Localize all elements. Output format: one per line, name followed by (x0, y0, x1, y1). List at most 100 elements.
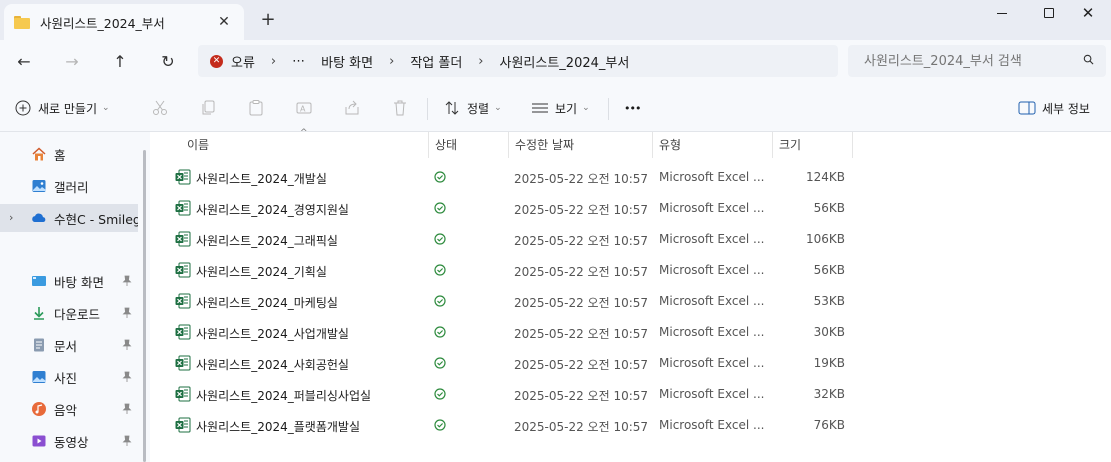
tab-close-button[interactable]: ✕ (214, 12, 234, 32)
pin-icon[interactable] (122, 371, 132, 383)
chevron-down-icon: ⌄ (494, 103, 502, 113)
pin-icon[interactable] (122, 339, 132, 351)
file-name[interactable]: 사원리스트_2024_마케팅실 (196, 294, 338, 311)
synced-check-icon (434, 233, 446, 245)
file-name[interactable]: 사원리스트_2024_퍼블리싱사업실 (196, 387, 371, 404)
column-header-status[interactable]: 상태 (428, 132, 508, 158)
file-size: 30KB (813, 325, 845, 339)
file-name[interactable]: 사원리스트_2024_경영지원실 (196, 201, 349, 218)
breadcrumb-desktop[interactable]: 바탕 화면 (321, 52, 373, 71)
back-button[interactable]: ← (10, 49, 38, 75)
details-pane-button[interactable]: 세부 정보 (1018, 96, 1090, 120)
sort-button[interactable]: 정렬 ⌄ (443, 96, 502, 120)
synced-check-icon (434, 264, 446, 276)
file-name[interactable]: 사원리스트_2024_사업개발실 (196, 325, 349, 342)
delete-icon[interactable] (391, 99, 409, 117)
column-header-date[interactable]: 수정한 날짜 (508, 132, 653, 158)
paste-icon[interactable] (247, 99, 265, 117)
copy-icon[interactable] (199, 99, 217, 117)
sidebar-item-documents[interactable]: 문서 (0, 331, 140, 359)
table-row[interactable]: 사원리스트_2024_플랫폼개발실 2025-05-22 오전 10:57 Mi… (170, 410, 850, 441)
file-type: Microsoft Excel ... (659, 201, 765, 215)
desktop-icon (31, 273, 47, 289)
cut-icon[interactable] (151, 99, 169, 117)
sidebar-scrollbar[interactable] (143, 150, 146, 462)
file-size: 124KB (805, 170, 845, 184)
table-row[interactable]: 사원리스트_2024_사업개발실 2025-05-22 오전 10:57 Mic… (170, 317, 850, 348)
file-name[interactable]: 사원리스트_2024_기획실 (196, 263, 327, 280)
pin-icon[interactable] (122, 307, 132, 319)
minimize-button[interactable] (979, 0, 1025, 26)
file-name[interactable]: 사원리스트_2024_그래픽실 (196, 232, 338, 249)
file-date: 2025-05-22 오전 10:57 (514, 296, 649, 310)
pin-icon[interactable] (122, 435, 132, 447)
sidebar-item-onedrive[interactable]: › 수현C - Smilegate (0, 204, 138, 232)
table-row[interactable]: 사원리스트_2024_경영지원실 2025-05-22 오전 10:57 Mic… (170, 193, 850, 224)
file-size: 56KB (813, 201, 845, 215)
sidebar-item-gallery[interactable]: 갤러리 (0, 172, 140, 200)
forward-button[interactable]: → (58, 49, 86, 75)
up-button[interactable]: ↑ (106, 49, 134, 75)
column-divider[interactable] (852, 132, 853, 158)
error-icon: ✕ (210, 54, 223, 68)
column-header-type[interactable]: 유형 (652, 132, 772, 158)
file-name[interactable]: 사원리스트_2024_플랫폼개발실 (196, 418, 360, 435)
sidebar-item-home[interactable]: 홈 (0, 140, 140, 168)
synced-check-icon (434, 202, 446, 214)
breadcrumb-separator[interactable]: › (478, 54, 483, 69)
home-icon (31, 146, 47, 162)
sidebar-item-music[interactable]: 음악 (0, 395, 140, 423)
pin-icon[interactable] (122, 275, 132, 287)
new-button[interactable]: 새로 만들기 ⌄ (14, 96, 110, 120)
rename-icon[interactable]: A (295, 99, 313, 117)
file-type: Microsoft Excel ... (659, 170, 765, 184)
sidebar-item-label: 바탕 화면 (54, 274, 104, 290)
excel-file-icon (175, 386, 191, 402)
view-button[interactable]: 보기 ⌄ (531, 96, 590, 120)
tab-title: 사원리스트_2024_부서 (40, 15, 165, 31)
more-options-button[interactable]: ••• (624, 96, 641, 120)
chevron-right-icon[interactable]: › (9, 211, 13, 224)
file-type: Microsoft Excel ... (659, 387, 765, 401)
table-row[interactable]: 사원리스트_2024_사회공헌실 2025-05-22 오전 10:57 Mic… (170, 348, 850, 379)
pin-icon[interactable] (122, 403, 132, 415)
sidebar-item-pictures[interactable]: 사진 (0, 363, 140, 391)
address-bar[interactable]: ✕ 오류 › ⋯ 바탕 화면 › 작업 폴더 › 사원리스트_2024_부서 (198, 45, 838, 77)
table-row[interactable]: 사원리스트_2024_마케팅실 2025-05-22 오전 10:57 Micr… (170, 286, 850, 317)
file-date: 2025-05-22 오전 10:57 (514, 172, 649, 186)
breadcrumb-separator[interactable]: › (389, 54, 394, 69)
share-icon[interactable] (343, 99, 361, 117)
column-header-size[interactable]: 크기 (772, 132, 852, 158)
breadcrumb-status[interactable]: 오류 (231, 52, 255, 71)
file-date: 2025-05-22 오전 10:57 (514, 203, 649, 217)
breadcrumb-overflow[interactable]: ⋯ (292, 54, 305, 69)
synced-check-icon (434, 388, 446, 400)
table-row[interactable]: 사원리스트_2024_개발실 2025-05-22 오전 10:57 Micro… (170, 162, 850, 193)
window-close-button[interactable]: ✕ (1065, 0, 1111, 26)
sidebar-item-downloads[interactable]: 다운로드 (0, 299, 140, 327)
address-row: ← → ↑ ↻ ✕ 오류 › ⋯ 바탕 화면 › 작업 폴더 › 사원리스트_2… (0, 40, 1111, 84)
synced-check-icon (434, 357, 446, 369)
table-row[interactable]: 사원리스트_2024_기획실 2025-05-22 오전 10:57 Micro… (170, 255, 850, 286)
file-name[interactable]: 사원리스트_2024_개발실 (196, 170, 327, 187)
chevron-down-icon: ⌄ (102, 103, 110, 113)
sidebar-item-videos[interactable]: 동영상 (0, 427, 140, 455)
excel-file-icon (175, 293, 191, 309)
table-row[interactable]: 사원리스트_2024_퍼블리싱사업실 2025-05-22 오전 10:57 M… (170, 379, 850, 410)
new-tab-button[interactable]: + (258, 9, 278, 31)
breadcrumb-work-folder[interactable]: 작업 폴더 (410, 52, 462, 71)
tab-current-folder[interactable]: 사원리스트_2024_부서 ✕ (4, 4, 244, 40)
table-row[interactable]: 사원리스트_2024_그래픽실 2025-05-22 오전 10:57 Micr… (170, 224, 850, 255)
search-box[interactable] (848, 45, 1106, 77)
breadcrumb-current[interactable]: 사원리스트_2024_부서 (500, 52, 630, 71)
sort-button-label: 정렬 (467, 101, 490, 116)
file-name[interactable]: 사원리스트_2024_사회공헌실 (196, 356, 349, 373)
search-input[interactable] (864, 53, 1074, 69)
navigation-pane: 홈 갤러리 › 수현C - Smilegate 바탕 화면 다운로드 문서 (0, 132, 150, 462)
breadcrumb-separator[interactable]: › (271, 54, 276, 69)
sidebar-item-desktop[interactable]: 바탕 화면 (0, 267, 140, 295)
file-date: 2025-05-22 오전 10:57 (514, 234, 649, 248)
refresh-button[interactable]: ↻ (154, 49, 182, 75)
svg-text:A: A (300, 105, 306, 114)
column-header-name[interactable]: 이름 (180, 132, 428, 158)
